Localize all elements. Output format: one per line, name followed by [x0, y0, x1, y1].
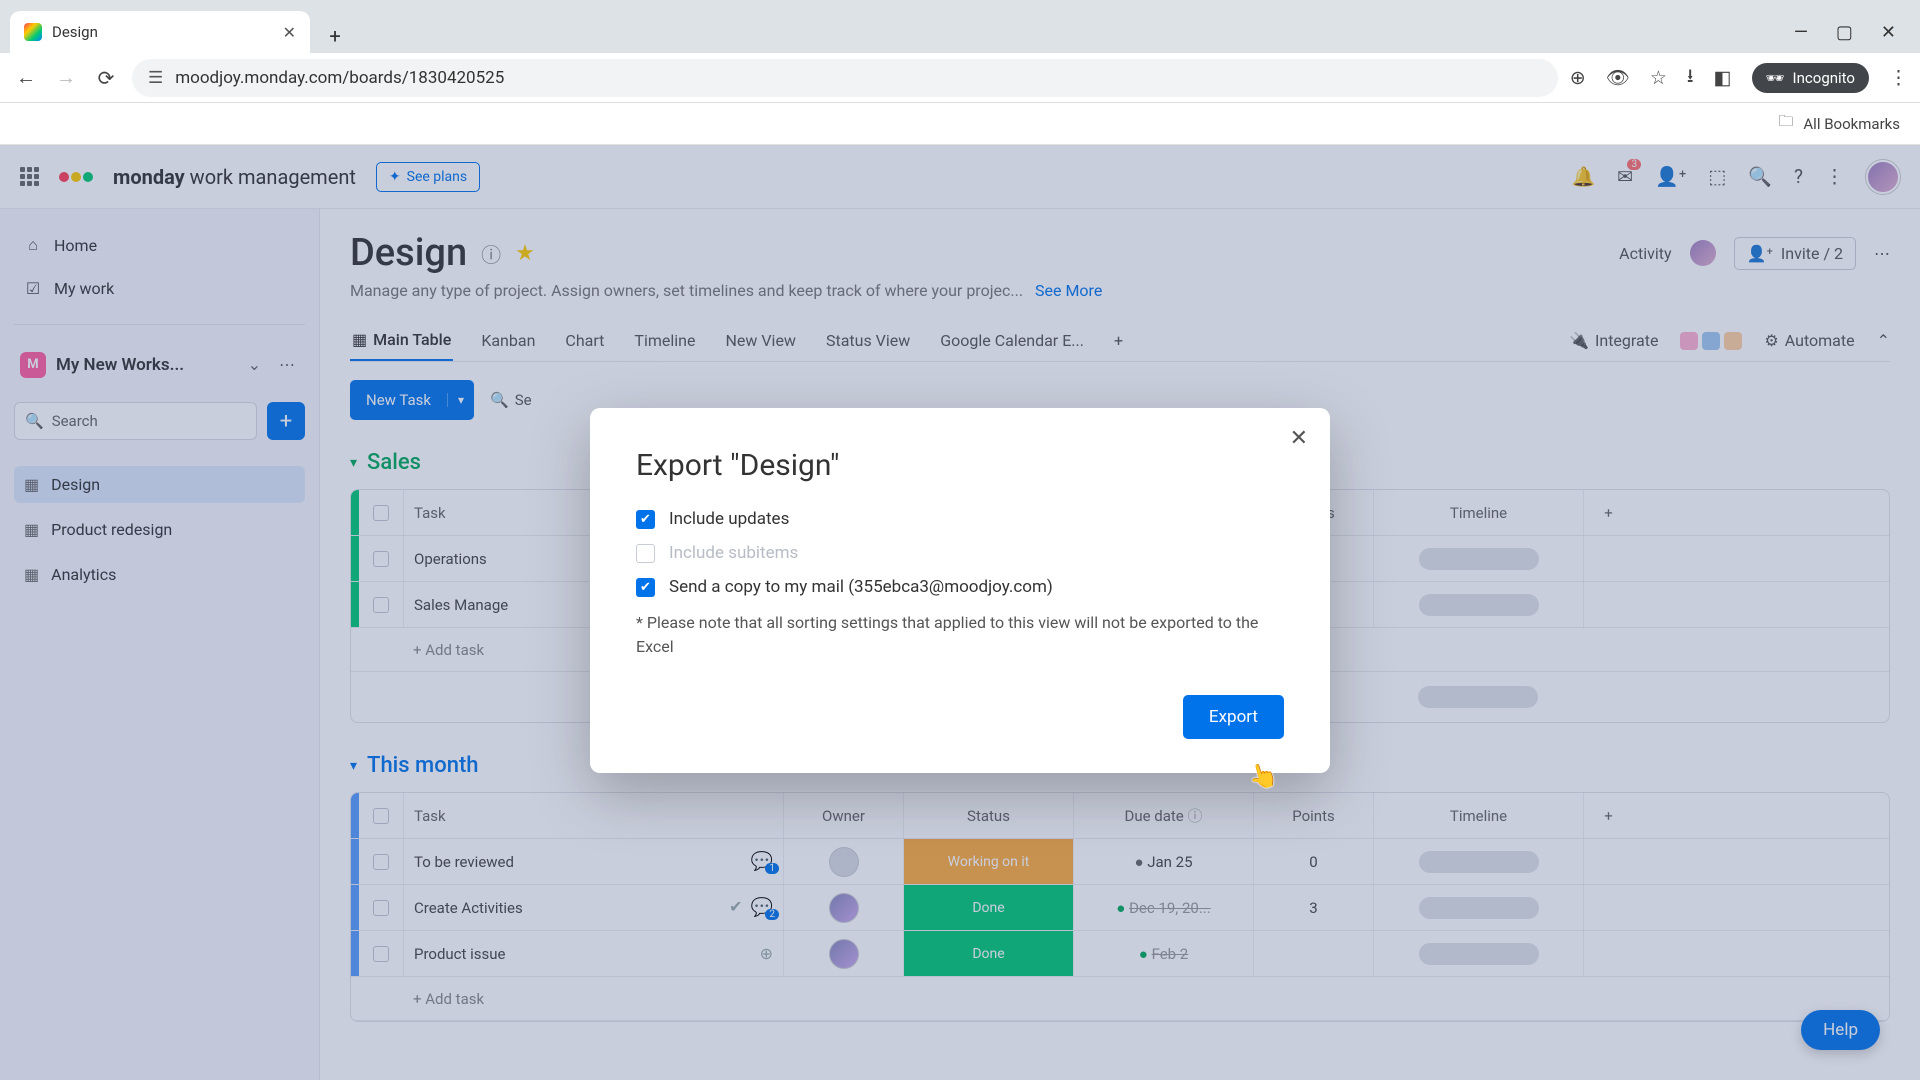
checkbox-unchecked-icon — [636, 544, 655, 563]
all-bookmarks-link[interactable]: All Bookmarks — [1803, 115, 1900, 133]
eye-off-icon[interactable]: 👁 — [1606, 66, 1630, 89]
zoom-icon[interactable]: ⊕ — [1570, 66, 1586, 89]
incognito-badge[interactable]: 🕶 Incognito — [1752, 63, 1870, 93]
option-include-updates[interactable]: ✔ Include updates — [636, 509, 1284, 529]
incognito-label: Incognito — [1793, 69, 1855, 87]
checkbox-checked-icon[interactable]: ✔ — [636, 510, 655, 529]
browser-menu-icon[interactable]: ⋮ — [1889, 66, 1908, 89]
option-send-mail-copy[interactable]: ✔ Send a copy to my mail (355ebca3@moodj… — [636, 577, 1284, 597]
incognito-icon: 🕶 — [1766, 69, 1785, 87]
minimize-icon[interactable]: — — [1794, 22, 1808, 43]
close-window-icon[interactable]: ✕ — [1881, 22, 1896, 43]
browser-tabstrip: Design ✕ + — ▢ ✕ — [0, 0, 1920, 53]
site-settings-icon[interactable]: ☰ — [148, 68, 163, 88]
window-controls: — ▢ ✕ — [1794, 11, 1910, 53]
tab-title: Design — [52, 23, 273, 41]
new-tab-button[interactable]: + — [318, 19, 352, 53]
url-bar[interactable]: ☰ moodjoy.monday.com/boards/1830420525 — [132, 59, 1558, 97]
bookmark-star-icon[interactable]: ☆ — [1650, 66, 1667, 89]
export-button[interactable]: Export — [1183, 695, 1284, 739]
option-include-subitems: Include subitems — [636, 543, 1284, 563]
maximize-icon[interactable]: ▢ — [1836, 22, 1853, 43]
back-icon[interactable]: ← — [12, 65, 40, 90]
checkbox-checked-icon[interactable]: ✔ — [636, 578, 655, 597]
bookmarks-bar: 🗀 All Bookmarks — [0, 103, 1920, 145]
tab-close-icon[interactable]: ✕ — [283, 23, 296, 42]
url-text: moodjoy.monday.com/boards/1830420525 — [175, 68, 504, 88]
export-modal: ✕ Export "Design" ✔ Include updates Incl… — [590, 408, 1330, 773]
forward-icon[interactable]: → — [52, 65, 80, 90]
sidepanel-icon[interactable]: ◧ — [1714, 66, 1732, 89]
browser-toolbar: ← → ⟳ ☰ moodjoy.monday.com/boards/183042… — [0, 53, 1920, 103]
folder-icon: 🗀 — [1778, 111, 1793, 136]
download-icon[interactable]: ⭳ — [1687, 62, 1694, 94]
modal-close-button[interactable]: ✕ — [1290, 426, 1308, 451]
browser-tab[interactable]: Design ✕ — [10, 11, 310, 53]
tab-favicon — [24, 23, 42, 41]
modal-note: * Please note that all sorting settings … — [636, 611, 1284, 659]
modal-title: Export "Design" — [636, 448, 1284, 483]
reload-icon[interactable]: ⟳ — [92, 66, 120, 90]
